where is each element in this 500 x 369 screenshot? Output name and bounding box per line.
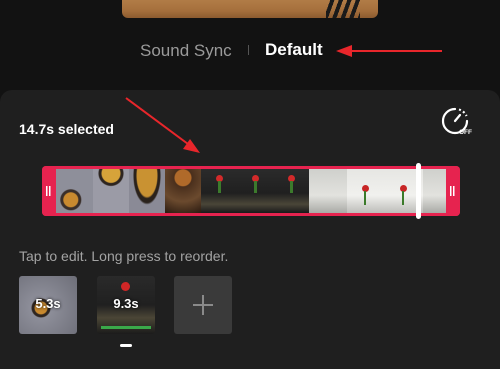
speed-off-label: OFF — [459, 129, 472, 136]
frame-thumbnail — [309, 169, 347, 213]
video-preview — [122, 0, 378, 18]
mode-divider — [248, 45, 249, 55]
frame-thumbnail — [347, 169, 385, 213]
playhead[interactable] — [416, 163, 421, 219]
clip-duration: 9.3s — [113, 296, 139, 311]
selected-clip-indicator — [120, 344, 132, 347]
frame-thumbnail — [237, 169, 273, 213]
frame-thumbnail — [273, 169, 309, 213]
frame-thumbnail — [165, 169, 201, 213]
clip-thumbnail[interactable]: 5.3s — [19, 276, 77, 334]
frame-thumbnail — [201, 169, 237, 213]
frame-thumbnail — [423, 169, 446, 213]
frame-thumbnail — [56, 169, 93, 213]
default-tab[interactable]: Default — [265, 40, 323, 60]
clip-thumbnail[interactable]: 9.3s — [97, 276, 155, 334]
frame-thumbnail — [93, 169, 129, 213]
mode-selector: Sound Sync Default — [0, 36, 500, 66]
trim-handle-left[interactable] — [42, 166, 56, 216]
frame-thumbnail — [129, 169, 165, 213]
timeline-trimmer[interactable] — [42, 163, 460, 219]
frame-strip[interactable] — [56, 169, 446, 213]
trim-handle-right[interactable] — [446, 166, 460, 216]
preview-pattern — [326, 0, 360, 18]
grip-icon — [450, 186, 456, 196]
sound-sync-tab[interactable]: Sound Sync — [140, 41, 232, 61]
grip-icon — [46, 186, 52, 196]
speed-off-icon[interactable]: OFF — [440, 106, 474, 136]
selected-duration-label: 14.7s selected — [19, 121, 114, 137]
edit-hint: Tap to edit. Long press to reorder. — [19, 248, 229, 264]
clip-duration: 5.3s — [35, 296, 61, 311]
add-clip-button[interactable] — [174, 276, 232, 334]
